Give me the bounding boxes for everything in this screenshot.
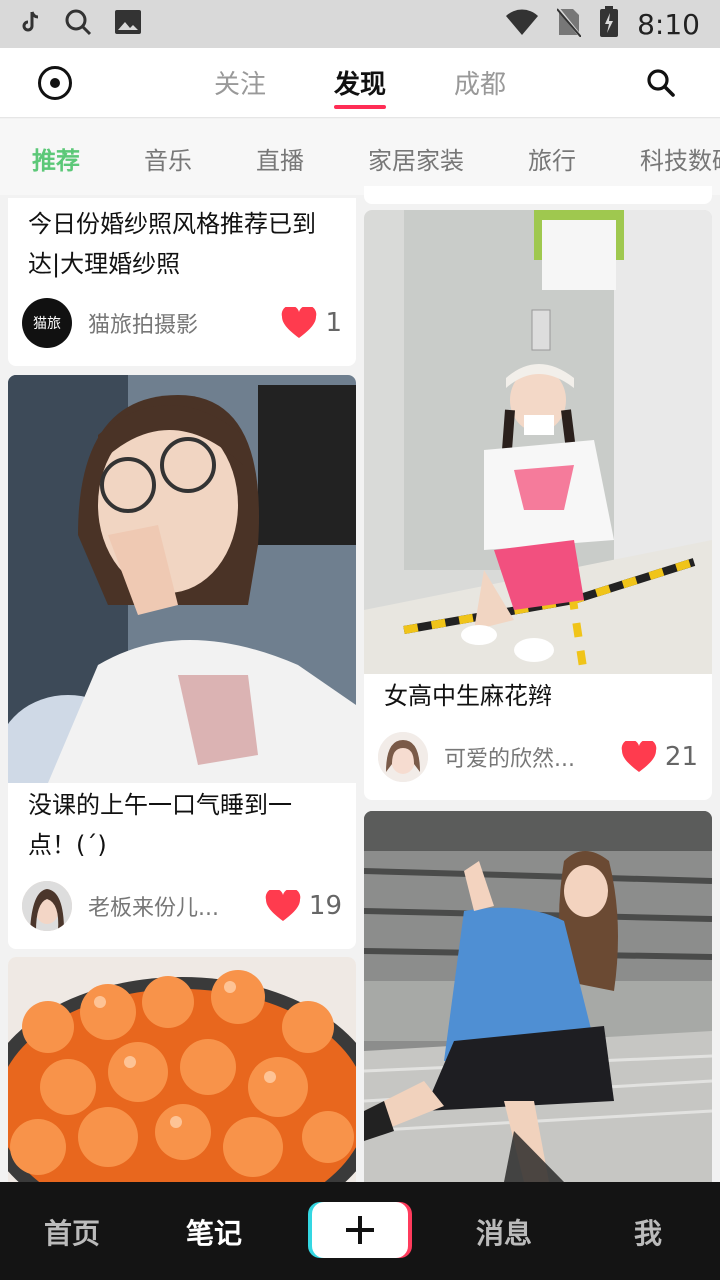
- feed-card[interactable]: 女高中生麻花辫 可爱的欣然... 21: [364, 210, 712, 800]
- author-name[interactable]: 可爱的欣然...: [444, 741, 621, 773]
- nav-messages[interactable]: 消息: [476, 1212, 532, 1252]
- avatar[interactable]: [378, 732, 428, 782]
- search-icon: [64, 8, 92, 40]
- card-title: 今日份婚纱照风格推荐已到达|大理婚纱照: [28, 210, 316, 278]
- card-image: [364, 811, 712, 1182]
- category-home[interactable]: 家居家装: [368, 141, 464, 176]
- battery-icon: [599, 6, 619, 42]
- card-meta: 老板来份儿... 19: [22, 879, 342, 933]
- author-name[interactable]: 猫旅拍摄影: [88, 307, 281, 339]
- author-name[interactable]: 老板来份儿...: [88, 890, 265, 922]
- tab-follow[interactable]: 关注: [214, 64, 266, 101]
- avatar[interactable]: [22, 881, 72, 931]
- tiktok-icon: [20, 10, 42, 38]
- category-live[interactable]: 直播: [256, 141, 304, 176]
- category-tech[interactable]: 科技数码: [640, 141, 720, 176]
- feed-card[interactable]: [364, 186, 712, 204]
- plus-icon: [346, 1216, 374, 1244]
- feed-card[interactable]: [364, 811, 712, 1182]
- wifi-icon: [505, 8, 539, 40]
- top-bar: 关注 发现 成都: [0, 48, 720, 118]
- category-bar: 推荐 音乐 直播 家居家装 旅行 科技数码: [0, 119, 720, 195]
- nav-me[interactable]: 我: [634, 1212, 662, 1252]
- clock: 8:10: [637, 7, 700, 41]
- feed-card[interactable]: [8, 957, 356, 1182]
- like-count[interactable]: 19: [265, 890, 342, 922]
- category-recommend[interactable]: 推荐: [32, 141, 80, 176]
- heart-icon: [282, 307, 317, 338]
- card-title: 没课的上午一口气睡到一点！(ˊ): [28, 791, 292, 859]
- tab-city[interactable]: 成都: [454, 64, 506, 101]
- card-image: [364, 210, 712, 675]
- nav-home[interactable]: 首页: [44, 1212, 100, 1252]
- card-meta: 可爱的欣然... 21: [378, 730, 698, 784]
- card-image: [8, 375, 356, 815]
- bottom-nav: 首页 笔记 消息 我: [0, 1182, 720, 1280]
- tab-discover[interactable]: 发现: [334, 64, 387, 109]
- card-meta: 猫旅 猫旅拍摄影 1: [22, 296, 342, 350]
- like-count[interactable]: 21: [621, 741, 698, 773]
- card-title: 女高中生麻花辫: [384, 682, 552, 710]
- avatar[interactable]: 猫旅: [22, 298, 72, 348]
- feed-card[interactable]: 今日份婚纱照风格推荐已到达|大理婚纱照 猫旅 猫旅拍摄影 1: [8, 198, 356, 366]
- no-sim-icon: [555, 6, 583, 41]
- card-image: [8, 957, 356, 1182]
- image-icon: [114, 9, 142, 39]
- heart-icon: [621, 741, 657, 772]
- category-music[interactable]: 音乐: [144, 141, 192, 176]
- like-count[interactable]: 1: [281, 307, 342, 339]
- search-icon[interactable]: [646, 68, 676, 98]
- feed-card[interactable]: 没课的上午一口气睡到一点！(ˊ) 老板来份儿... 19: [8, 375, 356, 949]
- category-travel[interactable]: 旅行: [528, 141, 576, 176]
- target-icon[interactable]: [38, 66, 72, 100]
- create-post-button[interactable]: [312, 1202, 408, 1258]
- status-bar: 8:10: [0, 0, 720, 48]
- heart-icon: [265, 890, 301, 921]
- nav-notes[interactable]: 笔记: [186, 1212, 242, 1252]
